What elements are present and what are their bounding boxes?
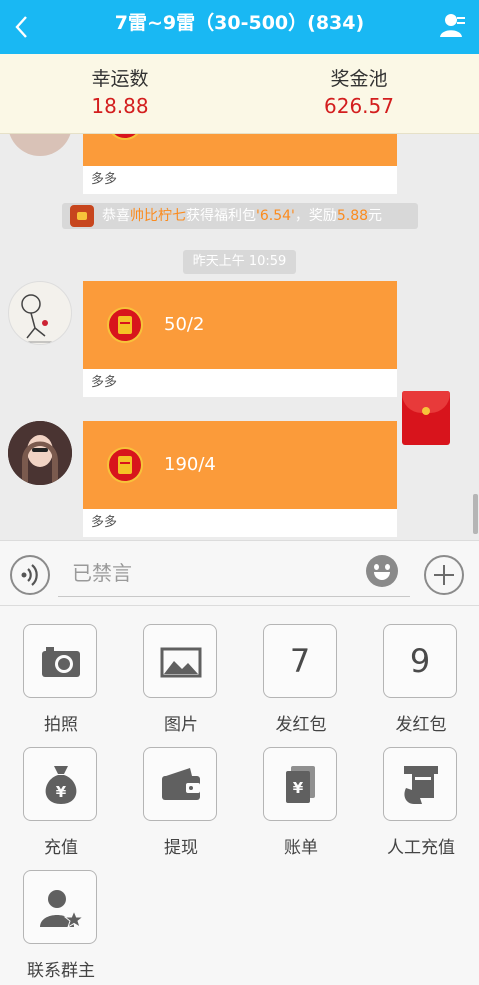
notice-suffix: 元: [368, 208, 383, 224]
tool-camera[interactable]: 拍照: [11, 624, 111, 735]
sender-name: 多多: [83, 166, 397, 194]
back-button[interactable]: [14, 12, 38, 42]
stats-panel: 幸运数 18.88 奖金池 626.57: [0, 54, 479, 134]
number-9-icon: 9: [409, 642, 431, 680]
tool-camera-box[interactable]: [23, 624, 97, 698]
red-packet-message[interactable]: 190/4 多多: [83, 421, 397, 537]
tool-bill[interactable]: ¥ 账单: [251, 747, 351, 858]
lucky-number-label: 幸运数: [91, 68, 149, 90]
sender-name: 多多: [83, 369, 397, 397]
system-notice: 恭喜帅比柠七获得福利包'6.54'，奖励5.88元: [62, 203, 418, 229]
tool-recharge-box[interactable]: ¥: [23, 747, 97, 821]
prize-pool-value: 626.57: [324, 94, 394, 118]
prize-pool-stat: 奖金池 626.57: [259, 66, 459, 120]
wallet-icon: [162, 768, 200, 800]
tool-manual-recharge-box[interactable]: [383, 747, 457, 821]
notice-prefix: 恭喜: [102, 208, 130, 224]
tool-withdraw-label: 提现: [164, 838, 198, 858]
page-title: 7雷~9雷（30-500）(834): [114, 12, 365, 34]
tool-red-packet-9-box[interactable]: 9: [383, 624, 457, 698]
tool-red-packet-9-label: 发红包: [395, 715, 447, 735]
tool-contact-owner-label: 联系群主: [27, 961, 95, 981]
tools-panel: 拍照 图片 7 发红包 9 发红包 ¥ 充值 提现 ¥ 账单 人工充值 联系群主: [0, 606, 479, 985]
message-input[interactable]: [58, 553, 358, 593]
red-packet-amount: 190/4: [164, 454, 216, 475]
red-packet-message[interactable]: 50/2 多多: [83, 281, 397, 397]
input-bar: [0, 540, 479, 606]
red-packet-icon: [107, 134, 143, 140]
lucky-bag-icon: [70, 205, 94, 227]
red-packet-card[interactable]: [83, 134, 397, 166]
money-bag-icon: ¥: [45, 766, 77, 804]
tool-red-packet-7-label: 发红包: [275, 715, 327, 735]
tool-image-label: 图片: [164, 715, 198, 735]
avatar[interactable]: [8, 281, 72, 345]
svg-text:¥: ¥: [56, 783, 67, 801]
tool-withdraw[interactable]: 提现: [131, 747, 231, 858]
tool-camera-label: 拍照: [44, 715, 78, 735]
red-packet-card[interactable]: 50/2: [83, 281, 397, 369]
user-icon: [440, 14, 465, 37]
red-packet-icon: [107, 307, 143, 343]
avatar[interactable]: [8, 421, 72, 485]
notice-reward: 5.88: [336, 208, 369, 224]
more-actions-button[interactable]: [424, 555, 464, 595]
tool-manual-recharge[interactable]: 人工充值: [371, 747, 471, 858]
tool-contact-owner-box[interactable]: [23, 870, 97, 944]
group-members-button[interactable]: [439, 12, 467, 38]
notice-amount: '6.54': [256, 208, 295, 224]
tool-image-box[interactable]: [143, 624, 217, 698]
sender-name: 多多: [83, 509, 397, 537]
tool-bill-box[interactable]: ¥: [263, 747, 337, 821]
emoji-button[interactable]: [366, 555, 398, 587]
red-packet-amount: 50/2: [164, 314, 205, 335]
tool-red-packet-7-box[interactable]: 7: [263, 624, 337, 698]
notice-reward-label: ，奖励: [294, 208, 337, 224]
portrait-avatar-image: [8, 421, 72, 485]
chat-scrollbar[interactable]: [473, 494, 478, 534]
card-hand-icon: [404, 766, 438, 804]
tool-image[interactable]: 图片: [131, 624, 231, 735]
tool-withdraw-box[interactable]: [143, 747, 217, 821]
tool-bill-label: 账单: [284, 838, 318, 858]
tool-contact-owner[interactable]: 联系群主: [11, 870, 111, 981]
red-packet-float-icon[interactable]: [402, 391, 450, 445]
voice-wave-icon: [21, 564, 38, 586]
notice-winner: 帅比柠七: [130, 208, 186, 224]
avatar[interactable]: [8, 134, 72, 156]
red-packet-card[interactable]: 190/4: [83, 421, 397, 509]
svg-text:¥: ¥: [293, 779, 304, 797]
camera-icon: [42, 647, 80, 677]
top-bar: 7雷~9雷（30-500）(834): [0, 0, 479, 54]
message-input-wrapper[interactable]: [58, 553, 410, 597]
tool-red-packet-7[interactable]: 7 发红包: [251, 624, 351, 735]
chevron-left-icon: [15, 16, 27, 38]
red-packet-icon: [107, 447, 143, 483]
notice-mid: 获得福利包: [186, 208, 256, 224]
tool-recharge-label: 充值: [44, 838, 78, 858]
number-7-icon: 7: [289, 642, 311, 680]
tool-red-packet-9[interactable]: 9 发红包: [371, 624, 471, 735]
prize-pool-label: 奖金池: [330, 68, 388, 90]
tool-recharge[interactable]: ¥ 充值: [11, 747, 111, 858]
bill-icon: ¥: [286, 766, 315, 803]
image-icon: [160, 647, 202, 678]
tool-manual-recharge-label: 人工充值: [387, 838, 455, 858]
message-timestamp: 昨天上午 10:59: [183, 250, 296, 274]
lucky-number-value: 18.88: [91, 94, 149, 118]
red-packet-message[interactable]: 多多: [83, 134, 397, 194]
voice-button[interactable]: [10, 555, 50, 595]
contact-owner-icon: [40, 890, 85, 929]
sketch-avatar-image: [17, 294, 67, 343]
chat-area[interactable]: 多多 恭喜帅比柠七获得福利包'6.54'，奖励5.88元 昨天上午 10:59 …: [0, 134, 479, 540]
lucky-number-stat: 幸运数 18.88: [20, 66, 220, 120]
